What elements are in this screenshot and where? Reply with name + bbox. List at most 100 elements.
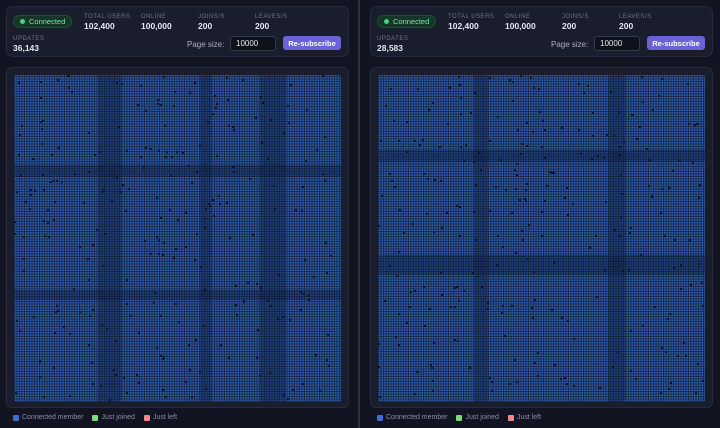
offline-cell: [566, 187, 568, 189]
resubscribe-button[interactable]: Re-subscribe: [647, 36, 705, 50]
offline-cell: [410, 291, 412, 293]
offline-cell: [539, 111, 541, 113]
offline-cell: [514, 359, 516, 361]
offline-cell: [145, 110, 147, 112]
offline-cell: [424, 325, 426, 327]
offline-cell: [652, 109, 654, 111]
grid-legend: Connected member Just joined Just left: [13, 414, 186, 421]
offline-cell: [304, 259, 306, 261]
offline-cell: [526, 145, 528, 147]
offline-cell: [99, 151, 101, 153]
offline-cell: [459, 206, 461, 208]
offline-cell: [456, 286, 458, 288]
offline-cell: [534, 299, 536, 301]
offline-cell: [516, 163, 518, 165]
offline-cell: [553, 262, 555, 264]
offline-cell: [583, 92, 585, 94]
offline-cell: [174, 91, 176, 93]
offline-cell: [697, 363, 699, 365]
offline-cell: [546, 185, 548, 187]
offline-cell: [92, 244, 94, 246]
offline-cell: [617, 351, 619, 353]
offline-cell: [422, 139, 424, 141]
offline-cell: [649, 159, 651, 161]
offline-cell: [434, 179, 436, 181]
offline-cell: [515, 252, 517, 254]
member-grid[interactable]: [378, 75, 705, 402]
offline-cell: [454, 306, 456, 308]
offline-cell: [532, 317, 534, 319]
offline-cell: [204, 289, 206, 291]
offline-cell: [79, 246, 81, 248]
offline-cell: [591, 158, 593, 160]
offline-cell: [191, 396, 193, 398]
offline-cell: [215, 107, 217, 109]
offline-cell: [465, 144, 467, 146]
offline-cell: [495, 186, 497, 188]
offline-cell: [228, 125, 230, 127]
offline-cell: [553, 172, 555, 174]
offline-cell: [185, 246, 187, 248]
legend-item-joined: Just joined: [92, 414, 135, 421]
offline-cell: [262, 102, 264, 104]
offline-cell: [640, 254, 642, 256]
offline-cell: [302, 186, 304, 188]
member-grid[interactable]: [14, 75, 341, 402]
offline-cell: [315, 354, 317, 356]
offline-cell: [91, 362, 93, 364]
grid-band: [14, 290, 341, 300]
status-badge: Connected: [13, 15, 73, 28]
offline-cell: [509, 79, 511, 81]
offline-cell: [101, 191, 103, 193]
offline-cell: [137, 104, 139, 106]
offline-cell: [674, 239, 676, 241]
offline-cell: [136, 374, 138, 376]
offline-cell: [144, 240, 146, 242]
offline-cell: [683, 342, 685, 344]
split-divider[interactable]: [358, 0, 360, 428]
offline-cell: [603, 157, 605, 159]
offline-cell: [178, 321, 180, 323]
offline-cell: [41, 128, 43, 130]
offline-cell: [252, 234, 254, 236]
offline-cell: [630, 370, 632, 372]
offline-cell: [661, 78, 663, 80]
offline-cell: [456, 205, 458, 207]
offline-cell: [204, 227, 206, 229]
offline-cell: [219, 203, 221, 205]
offline-cell: [106, 328, 108, 330]
offline-cell: [235, 304, 237, 306]
offline-cell: [209, 205, 211, 207]
offline-cell: [391, 180, 393, 182]
offline-cell: [511, 305, 513, 307]
offline-cell: [19, 134, 21, 136]
offline-cell: [21, 125, 23, 127]
stat-label: TOTAL USERS: [448, 14, 495, 20]
offline-cell: [614, 229, 616, 231]
offline-cell: [203, 325, 205, 327]
offline-cell: [79, 311, 81, 313]
offline-cell: [177, 219, 179, 221]
offline-cell: [283, 394, 285, 396]
page-size-input[interactable]: [230, 36, 276, 51]
page-size-input[interactable]: [594, 36, 640, 51]
resubscribe-button[interactable]: Re-subscribe: [283, 36, 341, 50]
connected-dot-icon: [20, 19, 25, 24]
offline-cell: [440, 272, 442, 274]
offline-cell: [34, 190, 36, 192]
offline-cell: [395, 336, 397, 338]
offline-cell: [292, 389, 294, 391]
offline-cell: [690, 284, 692, 286]
offline-cell: [537, 375, 539, 377]
legend-swatch: [456, 414, 463, 421]
offline-cell: [431, 367, 433, 369]
offline-cell: [199, 371, 201, 373]
grid-band: [260, 75, 286, 402]
offline-cell: [145, 147, 147, 149]
stat-online: ONLINE 100,000: [141, 14, 172, 31]
offline-cell: [512, 81, 514, 83]
offline-cell: [56, 180, 58, 182]
offline-cell: [446, 212, 448, 214]
offline-cell: [596, 296, 598, 298]
offline-cell: [123, 377, 125, 379]
